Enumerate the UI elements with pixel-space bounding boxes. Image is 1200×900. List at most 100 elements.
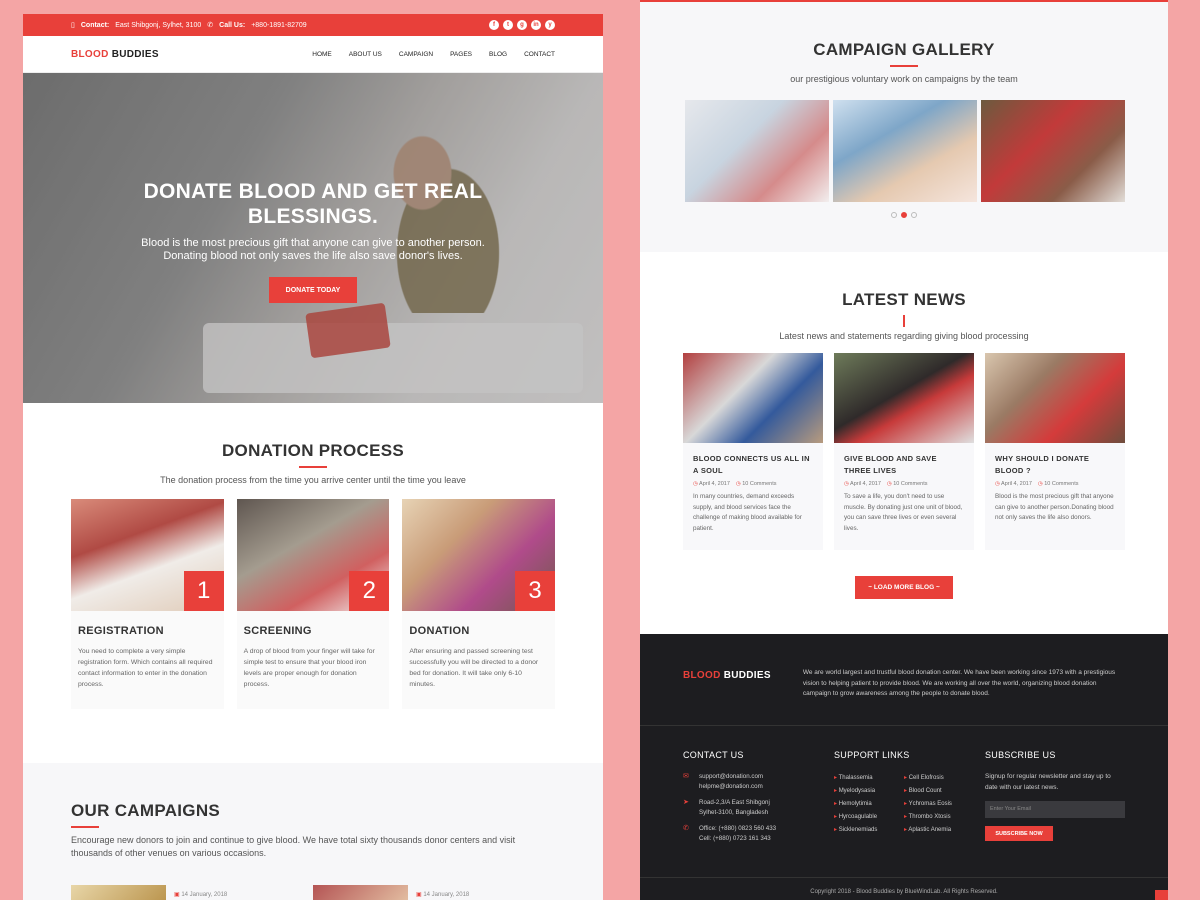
footer-support-column: SUPPORT LINKS Thalassemia Cell Elofrosis…: [834, 750, 985, 850]
site-footer: BLOOD BUDDIES We are world largest and t…: [640, 634, 1168, 900]
support-link[interactable]: Sicklenemiads: [834, 826, 904, 833]
linkedin-icon[interactable]: in: [531, 20, 541, 30]
support-link[interactable]: Myelodysasia: [834, 787, 904, 794]
process-subtitle: The donation process from the time you a…: [160, 474, 466, 485]
contact-email: ✉ support@donation.com helpme@donation.co…: [683, 772, 834, 792]
gallery-photo[interactable]: [981, 99, 1125, 202]
carousel-dot[interactable]: [911, 211, 917, 218]
gallery-photo[interactable]: [685, 99, 829, 202]
news-meta: April 4, 2017 10 Comments: [995, 481, 1115, 487]
call-label: Call Us:: [219, 21, 246, 29]
carousel-dot-active[interactable]: [901, 211, 907, 218]
address-line2: Sylhet-3100, Bangladesh: [699, 809, 769, 816]
email-1[interactable]: support@donation.com: [699, 773, 763, 780]
registration-photo: 1: [71, 498, 224, 611]
support-heading: SUPPORT LINKS: [834, 750, 910, 760]
step-number: 2: [349, 570, 390, 611]
news-card-title[interactable]: BLOOD CONNECTS US ALL IN A SOUL: [693, 453, 813, 477]
logo-part1: BLOOD: [683, 670, 721, 681]
news-date: April 4, 2017: [693, 481, 730, 487]
youtube-icon[interactable]: y: [545, 20, 555, 30]
step-text: A drop of blood from your finger will ta…: [243, 647, 375, 688]
facebook-icon[interactable]: f: [489, 20, 499, 30]
nav-home[interactable]: HOME: [312, 51, 332, 58]
campaigns-title: OUR CAMPAIGNS: [71, 801, 221, 820]
news-photo: [683, 353, 823, 443]
support-link[interactable]: Blood Count: [904, 787, 974, 794]
contact-address: ➤ Road-2,3/A East Shibgonj Sylhet-3100, B…: [683, 798, 834, 818]
logo-part2: BUDDIES: [111, 48, 159, 60]
right-page-preview: CAMPAIGN GALLERY our prestigious volunta…: [640, 0, 1168, 900]
cell-phone: Cell: (+880) 0723 161 343: [699, 835, 771, 842]
contact-phone: ✆ Office: (+880) 0823 560 433 Cell: (+880…: [683, 824, 834, 844]
news-card-text: To save a life, you don't need to use mu…: [844, 493, 963, 532]
subscribe-heading: SUBSCRIBE US: [985, 750, 1056, 760]
news-comments[interactable]: 10 Comments: [887, 481, 927, 487]
news-date: April 4, 2017: [995, 481, 1032, 487]
news-subtitle: Latest news and statements regarding giv…: [779, 331, 1029, 341]
nav-blog[interactable]: BLOG: [489, 51, 507, 58]
contact-label: Contact:: [80, 21, 110, 29]
donation-process-section: DONATION PROCESS The donation process fr…: [23, 403, 603, 763]
nav-menu: HOME ABOUT US CAMPAIGN PAGES BLOG CONTAC…: [312, 51, 555, 58]
support-link[interactable]: Cell Elofrosis: [904, 774, 974, 781]
step-title: DONATION: [409, 624, 470, 637]
office-phone: Office: (+880) 0823 560 433: [699, 825, 777, 832]
gallery-title: CAMPAIGN GALLERY: [813, 40, 995, 59]
hero-text: Blood is the most precious gift that any…: [113, 237, 513, 263]
email-2[interactable]: helpme@donation.com: [699, 783, 763, 790]
site-logo[interactable]: BLOOD BUDDIES: [71, 49, 159, 60]
news-meta: April 4, 2017 10 Comments: [844, 481, 964, 487]
nav-campaign[interactable]: CAMPAIGN: [399, 51, 433, 58]
support-link[interactable]: Hemolytimia: [834, 800, 904, 807]
logo-part2: BUDDIES: [723, 670, 771, 681]
carousel-dot[interactable]: [891, 211, 897, 218]
nav-pages[interactable]: PAGES: [450, 51, 472, 58]
campaign-item[interactable]: ▣ 14 January, 2018: [71, 884, 313, 900]
campaigns-text: Encourage new donors to join and continu…: [71, 834, 516, 858]
donate-today-button[interactable]: DONATE TODAY: [269, 277, 357, 303]
news-card-title[interactable]: WHY SHOULD I DONATE BLOOD ?: [995, 453, 1115, 477]
news-card[interactable]: WHY SHOULD I DONATE BLOOD ? April 4, 201…: [985, 353, 1125, 550]
load-more-blog-button[interactable]: ~ LOAD MORE BLOG ~: [855, 576, 953, 599]
support-link[interactable]: Thalassemia: [834, 774, 904, 781]
news-card[interactable]: BLOOD CONNECTS US ALL IN A SOUL April 4,…: [683, 353, 823, 550]
back-to-top-button[interactable]: [1155, 890, 1168, 900]
subscribe-now-button[interactable]: SUBSCRIBE NOW: [985, 826, 1053, 841]
step-number: 1: [183, 570, 224, 611]
contact-value: East Shibgonj, Sylhet, 3100: [115, 21, 202, 29]
gallery-photo[interactable]: [833, 99, 977, 202]
support-link[interactable]: Thrombo Xtosis: [904, 813, 974, 820]
campaign-thumb: [313, 884, 408, 900]
footer-subscribe-column: SUBSCRIBE US Signup for regular newslett…: [985, 750, 1125, 850]
step-text: After ensuring and passed screening test…: [409, 647, 539, 688]
footer-contact-column: CONTACT US ✉ support@donation.com helpme@…: [683, 750, 834, 850]
call-value: +880-1891-82709: [251, 21, 307, 29]
support-link[interactable]: Hyrcoagulable: [834, 813, 904, 820]
googleplus-icon[interactable]: g: [517, 20, 527, 30]
news-date: April 4, 2017: [844, 481, 881, 487]
hero-banner: DONATE BLOOD AND GET REAL BLESSINGS. Blo…: [23, 73, 603, 403]
news-card-text: Blood is the most precious gift that any…: [995, 493, 1114, 521]
news-photo: [985, 353, 1125, 443]
email-input[interactable]: Enter Your Email: [985, 801, 1125, 818]
campaign-item[interactable]: ▣ 14 January, 2018: [313, 884, 555, 900]
campaign-gallery-section: CAMPAIGN GALLERY our prestigious volunta…: [640, 0, 1168, 252]
subscribe-text: Signup for regular newsletter and stay u…: [985, 773, 1111, 791]
nav-contact[interactable]: CONTACT: [524, 51, 555, 58]
news-comments[interactable]: 10 Comments: [736, 481, 776, 487]
twitter-icon[interactable]: t: [503, 20, 513, 30]
news-comments[interactable]: 10 Comments: [1038, 481, 1078, 487]
support-link[interactable]: Ychromas Eosis: [904, 800, 974, 807]
support-link[interactable]: Aplastic Anemia: [904, 826, 974, 833]
mail-icon: ✉: [683, 773, 689, 780]
news-card-title[interactable]: GIVE BLOOD AND SAVE THREE LIVES: [844, 453, 964, 477]
footer-logo[interactable]: BLOOD BUDDIES: [683, 670, 771, 725]
copyright-text: Copyright 2018 - Blood Buddies by BlueWi…: [640, 877, 1168, 895]
step-title: REGISTRATION: [78, 624, 164, 637]
news-card[interactable]: GIVE BLOOD AND SAVE THREE LIVES April 4,…: [834, 353, 974, 550]
top-bar: ▯ Contact: East Shibgonj, Sylhet, 3100 ✆…: [23, 14, 603, 36]
nav-about-us[interactable]: ABOUT US: [349, 51, 382, 58]
social-links: f t g in y: [489, 20, 555, 30]
news-title: LATEST NEWS: [842, 290, 966, 309]
